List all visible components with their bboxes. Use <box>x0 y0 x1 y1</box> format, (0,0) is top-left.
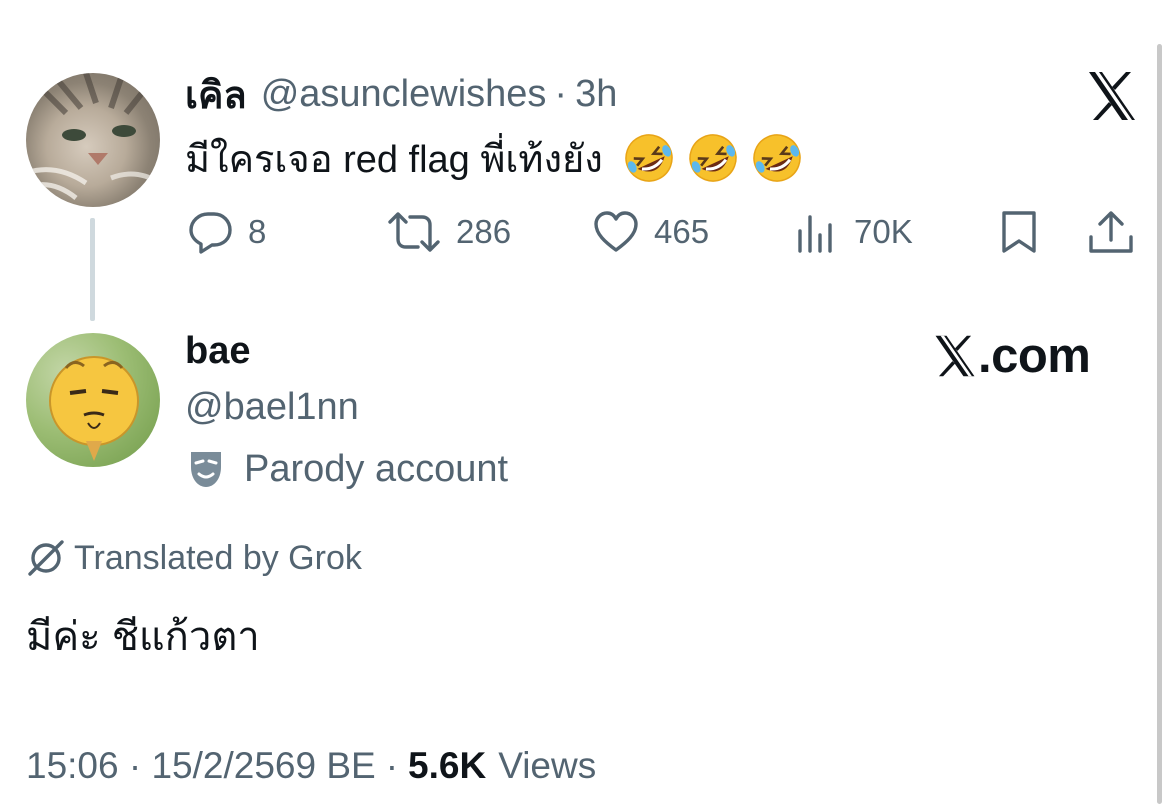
author-name[interactable]: เคิล <box>185 64 247 125</box>
reply-views-count: 5.6K <box>408 745 487 786</box>
cartoon-avatar-image <box>49 356 139 461</box>
repost-count: 286 <box>456 213 512 250</box>
rofl-emoji-icon <box>625 134 673 182</box>
reply-count: 8 <box>248 213 267 250</box>
reply-author-handle[interactable]: @bael1nn <box>185 386 359 429</box>
tweet-body: มีใครเจอ red flag พี่เท้งยัง <box>185 138 603 181</box>
thread-connector <box>90 218 95 321</box>
views-button[interactable]: 70K <box>796 206 913 258</box>
header-separator: · <box>554 72 568 115</box>
like-count: 465 <box>654 213 710 250</box>
reply-author-name[interactable]: bae <box>185 330 250 373</box>
bookmark-button[interactable] <box>998 206 1040 258</box>
footer-separator: · <box>385 745 399 786</box>
analytics-icon <box>798 215 832 253</box>
tweet-footer: 15:06 · 15/2/2569 BE · 5.6K Views <box>26 741 596 791</box>
reply-text: มีค่ะ ชีแก้วตา <box>26 615 260 659</box>
rofl-emoji-icon <box>689 134 737 182</box>
reply-views-label: Views <box>498 745 597 786</box>
reply-timestamp[interactable]: 15:06 · 15/2/2569 BE <box>26 745 376 787</box>
grok-icon <box>28 540 64 576</box>
rofl-emoji-icon <box>753 134 801 182</box>
theater-mask-icon <box>191 452 221 487</box>
heart-icon <box>594 211 638 252</box>
like-button[interactable]: 465 <box>592 206 709 258</box>
x-logo-icon <box>1085 70 1139 122</box>
share-icon <box>1089 211 1133 253</box>
author-handle[interactable]: @asunclewishes <box>261 73 547 116</box>
tweet-header: เคิล @asunclewishes · 3h <box>185 70 617 118</box>
reply-author-avatar[interactable] <box>26 333 160 467</box>
reply-icon <box>189 212 232 254</box>
share-button[interactable] <box>1086 206 1136 258</box>
views-count: 70K <box>854 213 913 250</box>
x-com-text: .com <box>978 329 1091 383</box>
cat-avatar-image <box>26 73 160 200</box>
parody-label-text: Parody account <box>244 447 509 490</box>
translated-by-grok[interactable]: Translated by Grok <box>26 534 362 582</box>
x-logo-icon <box>935 335 975 377</box>
reply-button[interactable]: 8 <box>188 206 266 258</box>
translated-label: Translated by Grok <box>74 538 362 577</box>
author-avatar[interactable] <box>26 73 160 207</box>
scrollbar-thumb[interactable] <box>1157 44 1162 804</box>
tweet-text: มีใครเจอ red flag พี่เท้งยัง <box>185 133 803 183</box>
parody-account-label: Parody account <box>188 444 508 494</box>
x-com-watermark: .com <box>932 328 1091 384</box>
tweet-time[interactable]: 3h <box>575 73 617 116</box>
repost-icon <box>388 212 440 252</box>
repost-button[interactable]: 286 <box>386 206 511 258</box>
bookmark-icon <box>1002 211 1036 253</box>
